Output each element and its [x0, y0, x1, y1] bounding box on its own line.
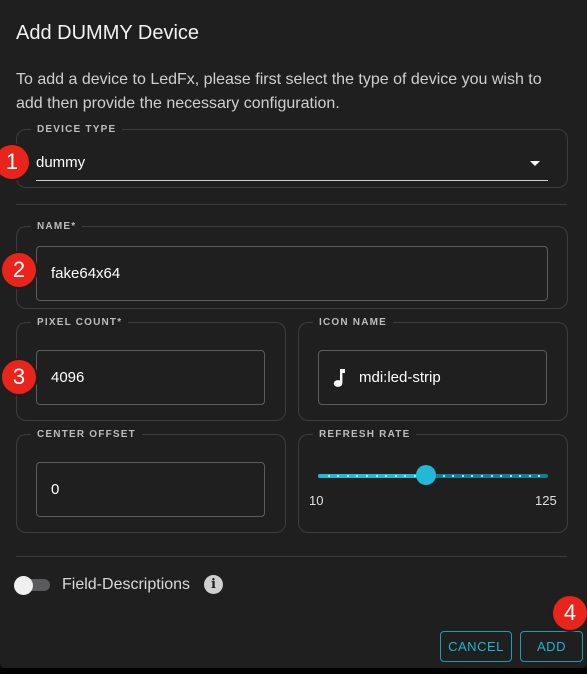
refresh-rate-slider-thumb[interactable]	[416, 465, 436, 485]
device-type-value: dummy	[36, 154, 86, 171]
cancel-button[interactable]: CANCEL	[440, 631, 512, 662]
refresh-rate-slider-tick	[337, 475, 340, 477]
add-button[interactable]: ADD	[520, 631, 583, 662]
pixel-count-input[interactable]: 4096	[36, 350, 265, 405]
field-descriptions-label: Field-Descriptions	[62, 576, 191, 593]
annotation-badge-4: 4	[553, 596, 587, 630]
refresh-rate-slider-tick	[385, 475, 388, 477]
annotation-badge-2: 2	[2, 253, 36, 287]
name-input[interactable]: fake64x64	[36, 246, 548, 301]
refresh-rate-max-label: 125	[535, 493, 557, 508]
refresh-rate-slider-tick	[471, 475, 474, 477]
refresh-rate-slider-tick	[519, 475, 522, 477]
icon-name-input[interactable]: mdi:led-strip	[318, 350, 547, 405]
name-value: fake64x64	[51, 265, 121, 282]
add-device-dialog: Add DUMMY Device To add a device to LedF…	[0, 0, 587, 668]
chevron-down-icon	[530, 161, 540, 166]
refresh-rate-slider-tick	[327, 475, 330, 477]
divider-top	[16, 204, 567, 205]
refresh-rate-legend: REFRESH RATE	[319, 429, 411, 440]
info-icon[interactable]: i	[204, 575, 223, 594]
refresh-rate-slider-tick	[500, 475, 503, 477]
center-offset-legend: CENTER OFFSET	[37, 429, 136, 440]
pixel-count-value: 4096	[51, 369, 85, 386]
center-offset-value: 0	[51, 481, 60, 498]
dialog-description: To add a device to LedFx, please first s…	[16, 71, 542, 112]
refresh-rate-slider-tick	[375, 475, 378, 477]
icon-name-legend: ICON NAME	[319, 317, 388, 328]
refresh-rate-slider-tick	[480, 475, 483, 477]
center-offset-input[interactable]: 0	[36, 462, 265, 517]
refresh-rate-slider-tick	[452, 475, 455, 477]
refresh-rate-slider-tick	[509, 475, 512, 477]
refresh-rate-slider-tick	[461, 475, 464, 477]
refresh-rate-slider-tick	[394, 475, 397, 477]
refresh-rate-slider-tick	[404, 475, 407, 477]
annotation-badge-3: 3	[2, 360, 36, 394]
field-descriptions-toggle-thumb[interactable]	[14, 576, 33, 595]
refresh-rate-min-label: 10	[309, 493, 324, 508]
device-type-select[interactable]: dummy	[36, 148, 548, 181]
dialog-title: Add DUMMY Device	[16, 22, 200, 44]
name-legend: NAME*	[37, 221, 77, 232]
refresh-rate-slider-tick	[346, 475, 349, 477]
divider-bottom	[16, 556, 567, 557]
device-type-legend: DEVICE TYPE	[37, 124, 117, 135]
pixel-count-legend: PIXEL COUNT*	[37, 317, 123, 328]
music-note-icon	[333, 368, 345, 387]
bottom-strip	[0, 668, 587, 674]
refresh-rate-slider-tick	[538, 475, 541, 477]
refresh-rate-slider-tick	[442, 475, 445, 477]
refresh-rate-slider-tick	[356, 475, 359, 477]
refresh-rate-slider-tick	[490, 475, 493, 477]
refresh-rate-slider-tick	[528, 475, 531, 477]
refresh-rate-slider-tick	[365, 475, 368, 477]
icon-name-value: mdi:led-strip	[359, 369, 441, 386]
refresh-rate-slider-fill	[318, 474, 426, 478]
